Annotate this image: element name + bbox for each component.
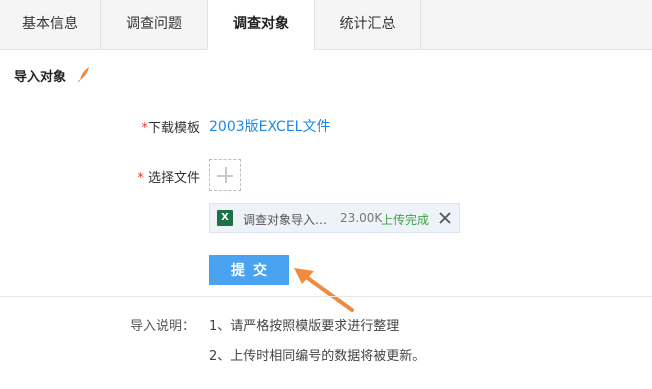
select-file-label: * 选择文件 (137, 171, 200, 186)
file-size: 23.00K (340, 211, 383, 225)
submit-button[interactable]: 提交 (209, 255, 289, 285)
pen-icon (78, 67, 89, 82)
tab-survey-questions[interactable]: 调查问题 (101, 0, 208, 49)
file-name: 调查对象导入… (243, 213, 328, 227)
tab-basic-info[interactable]: 基本信息 (0, 0, 101, 49)
import-note: 2、上传时相同编号的数据将被更新。 (209, 349, 426, 364)
download-template-link[interactable]: 2003版EXCEL文件 (209, 116, 330, 136)
required-mark: * (137, 171, 144, 186)
close-icon[interactable] (437, 209, 453, 227)
divider (0, 296, 652, 297)
download-template-label: *下载模板 (141, 121, 200, 136)
tab-survey-targets[interactable]: 调查对象 (208, 0, 315, 50)
uploaded-file-item: X 调查对象导入… 23.00K 上传完成 (209, 203, 460, 233)
section-title: 导入对象 (14, 70, 67, 85)
excel-icon: X (217, 210, 233, 226)
upload-status: 上传完成 (381, 213, 430, 227)
arrow-icon (294, 268, 354, 312)
import-note: 1、请严格按照模版要求进行整理 (209, 319, 400, 334)
tab-bar: 基本信息 调查问题 调查对象 统计汇总 (0, 0, 652, 50)
import-notes-label: 导入说明： (130, 319, 196, 334)
tab-statistics[interactable]: 统计汇总 (315, 0, 421, 49)
add-file-button[interactable] (209, 159, 241, 191)
